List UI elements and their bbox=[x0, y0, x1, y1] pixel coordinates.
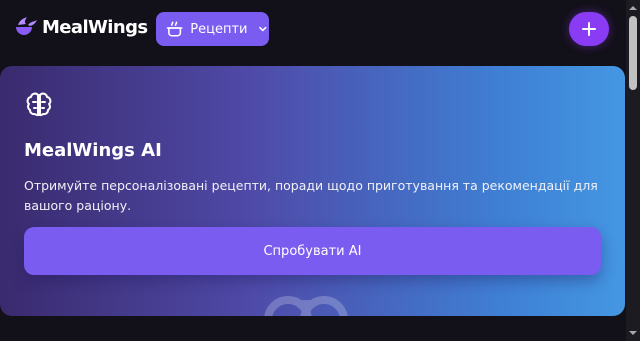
cooking-pot-icon bbox=[166, 21, 183, 37]
winged-bowl-icon bbox=[16, 17, 37, 35]
try-ai-button[interactable]: Спробувати AI bbox=[24, 227, 601, 275]
decorative-brain-icon bbox=[264, 296, 348, 316]
recipes-dropdown[interactable]: Рецепти bbox=[156, 12, 269, 46]
vertical-scrollbar[interactable] bbox=[626, 0, 640, 341]
top-bar: MealWings Рецепти bbox=[0, 0, 626, 60]
chevron-down-icon bbox=[259, 26, 267, 32]
scroll-up-icon[interactable] bbox=[629, 4, 637, 12]
ai-card-description: Отримуйте персоналізовані рецепти, порад… bbox=[24, 178, 598, 213]
ai-promo-card: MealWings AI Отримуйте персоналізовані р… bbox=[0, 66, 625, 316]
logo[interactable]: MealWings bbox=[14, 16, 148, 38]
dropdown-label: Рецепти bbox=[190, 21, 248, 37]
page-bottom bbox=[0, 322, 626, 341]
logo-text: MealWings bbox=[42, 16, 148, 38]
add-button[interactable] bbox=[569, 12, 609, 46]
scroll-down-icon[interactable] bbox=[629, 329, 637, 337]
brain-icon bbox=[26, 92, 52, 117]
ai-card-title: MealWings AI bbox=[24, 140, 162, 161]
plus-icon bbox=[582, 22, 596, 36]
scrollbar-thumb[interactable] bbox=[629, 16, 637, 90]
